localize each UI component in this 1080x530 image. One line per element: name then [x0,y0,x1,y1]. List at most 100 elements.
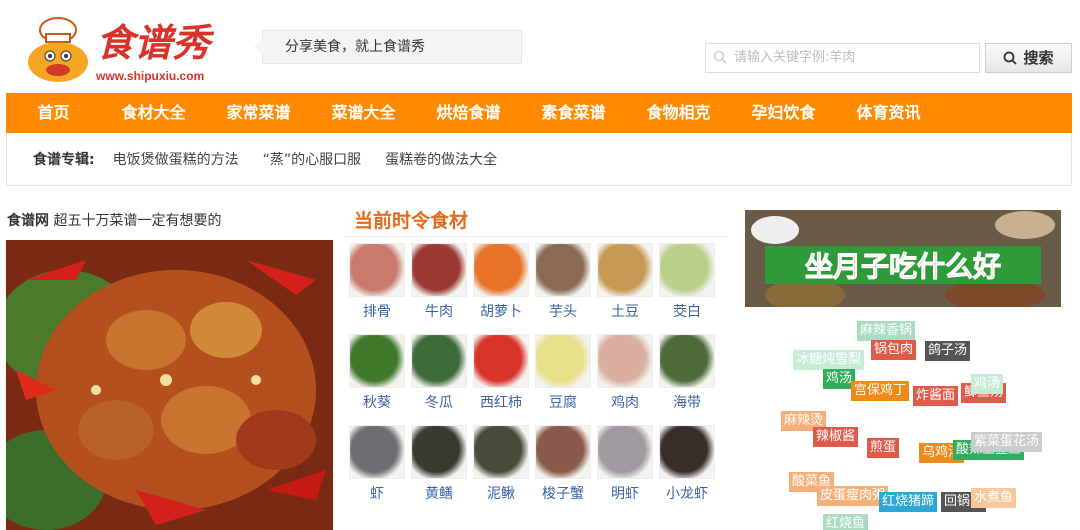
left-heading: 食谱网 超五十万菜谱一定有想要的 [7,210,221,230]
recipe-topics-bar: 食谱专辑: 电饭煲做蛋糕的方法 “蒸”的心服口服 蛋糕卷的做法大全 [6,133,1072,186]
recipe-tag[interactable]: 红烧鱼 [823,514,869,530]
ingredient-thumbnail[interactable] [473,334,529,388]
ingredient-thumbnail[interactable] [411,334,467,388]
ingredient-item[interactable]: 虾 [346,425,408,512]
search-placeholder: 请输入关键字例:羊肉 [734,50,856,65]
ingredient-thumbnail[interactable] [659,243,715,297]
ingredient-item[interactable]: 梭子蟹 [532,425,594,512]
topic-link[interactable]: “蒸”的心服口服 [263,149,362,169]
nav-item-food-conflicts[interactable]: 食物相克 [626,93,731,133]
ingredient-label[interactable]: 鸡肉 [594,392,656,412]
ingredient-thumbnail[interactable] [597,243,653,297]
slogan-bubble: 分享美食，就上食谱秀 [254,30,522,64]
nav-item-pregnancy-diet[interactable]: 孕妇饮食 [731,93,836,133]
ingredient-thumbnail[interactable] [349,243,405,297]
recipe-tag[interactable]: 鸽子汤 [925,341,971,361]
nav-item-home[interactable]: 首页 [6,93,101,133]
recipe-tag[interactable]: 麻辣香锅 [857,321,916,341]
ingredient-item[interactable]: 泥鳅 [470,425,532,512]
search-button[interactable]: 搜索 [985,43,1072,73]
ingredient-label[interactable]: 胡萝卜 [470,301,532,321]
ingredient-label[interactable]: 梭子蟹 [532,483,594,503]
ingredient-item[interactable]: 芋头 [532,243,594,330]
ingredient-label[interactable]: 排骨 [346,301,408,321]
ingredient-thumbnail[interactable] [659,425,715,479]
recipe-tag[interactable]: 锅包肉 [871,340,917,360]
confinement-diet-banner[interactable]: 坐月子吃什么好 [745,210,1061,307]
ingredient-label[interactable]: 冬瓜 [408,392,470,412]
topics-label: 食谱专辑: [33,152,95,168]
ingredient-item[interactable]: 牛肉 [408,243,470,330]
ingredient-label[interactable]: 芋头 [532,301,594,321]
nav-item-ingredients[interactable]: 食材大全 [101,93,206,133]
ingredient-item[interactable]: 冬瓜 [408,334,470,421]
ingredient-thumbnail[interactable] [349,334,405,388]
ingredient-item[interactable]: 豆腐 [532,334,594,421]
recipe-tag[interactable]: 宫保鸡丁 [851,381,910,401]
ingredient-item[interactable]: 黄鳝 [408,425,470,512]
nav-item-sports-news[interactable]: 体育资讯 [836,93,941,133]
hero-dish-image[interactable] [6,240,333,530]
ingredient-label[interactable]: 豆腐 [532,392,594,412]
ingredient-item[interactable]: 西红柿 [470,334,532,421]
ingredient-label[interactable]: 明虾 [594,483,656,503]
ingredient-thumbnail[interactable] [411,243,467,297]
nav-item-recipes[interactable]: 菜谱大全 [311,93,416,133]
ingredient-label[interactable]: 海带 [656,392,718,412]
recipe-tag[interactable]: 水煮鱼 [971,488,1017,508]
ingredient-label[interactable]: 虾 [346,483,408,503]
recipe-tag[interactable]: 红烧猪蹄 [879,492,938,512]
ingredient-label[interactable]: 泥鳅 [470,483,532,503]
recipe-tag[interactable]: 辣椒酱 [813,427,859,447]
search-button-icon [1004,51,1018,65]
search-input[interactable]: 请输入关键字例:羊肉 [705,43,980,73]
season-ingredients-title: 当前时令食材 [354,210,469,232]
ingredient-label[interactable]: 西红柿 [470,392,532,412]
ingredient-thumbnail[interactable] [349,425,405,479]
ingredient-item[interactable]: 土豆 [594,243,656,330]
ingredient-thumbnail[interactable] [597,425,653,479]
season-ingredients-grid: 排骨 牛肉 胡萝卜 芋头 土豆 茭白秋葵 冬瓜 西红柿 豆腐 鸡肉 海带虾黄鳝 泥鳅 梭子蟹 明虾 小龙虾 [346,243,718,512]
ingredient-thumbnail[interactable] [535,334,591,388]
ingredient-thumbnail[interactable] [473,425,529,479]
ingredient-item[interactable]: 小龙虾 [656,425,718,512]
ingredient-thumbnail[interactable] [597,334,653,388]
ingredient-label[interactable]: 黄鳝 [408,483,470,503]
recipe-tag[interactable]: 冰糖炖雪梨 [793,350,865,370]
site-logo[interactable]: 食谱秀 www.shipuxiu.com [24,10,239,84]
topic-link[interactable]: 电饭煲做蛋糕的方法 [113,149,239,169]
ingredient-thumbnail[interactable] [659,334,715,388]
ingredient-item[interactable]: 海带 [656,334,718,421]
ingredient-label[interactable]: 牛肉 [408,301,470,321]
ingredient-item[interactable]: 茭白 [656,243,718,330]
recipe-tag[interactable]: 炸酱面 [913,386,959,406]
ingredient-item[interactable]: 秋葵 [346,334,408,421]
ingredient-thumbnail[interactable] [535,243,591,297]
left-tagline: 超五十万菜谱一定有想要的 [53,213,222,229]
recipe-tag[interactable]: 煎蛋 [867,438,900,458]
ingredient-label[interactable]: 土豆 [594,301,656,321]
ingredient-label[interactable]: 秋葵 [346,392,408,412]
left-site-name: 食谱网 [7,213,49,229]
banner-text: 坐月子吃什么好 [805,250,1001,283]
ingredient-thumbnail[interactable] [473,243,529,297]
ingredient-item[interactable]: 鸡肉 [594,334,656,421]
ingredient-item[interactable]: 明虾 [594,425,656,512]
nav-item-vegetarian[interactable]: 素食菜谱 [521,93,626,133]
ingredient-item[interactable]: 排骨 [346,243,408,330]
topic-link[interactable]: 蛋糕卷的做法大全 [385,149,497,169]
search-icon [713,50,727,64]
ingredient-label[interactable]: 茭白 [656,301,718,321]
nav-item-home-recipes[interactable]: 家常菜谱 [206,93,311,133]
nav-item-baking[interactable]: 烘焙食谱 [416,93,521,133]
slogan-text: 分享美食，就上食谱秀 [285,39,425,55]
recipe-tag[interactable]: 紫菜蛋花汤 [971,432,1043,452]
ingredient-item[interactable]: 胡萝卜 [470,243,532,330]
logo-text: 食谱秀 [96,20,215,65]
ingredient-thumbnail[interactable] [535,425,591,479]
ingredient-thumbnail[interactable] [411,425,467,479]
search-button-label: 搜索 [1023,49,1054,67]
recipe-tag[interactable]: 皮蛋瘦肉粥 [817,486,889,506]
ingredient-label[interactable]: 小龙虾 [656,483,718,503]
recipe-tag[interactable]: 鸡汤 [971,374,1004,394]
